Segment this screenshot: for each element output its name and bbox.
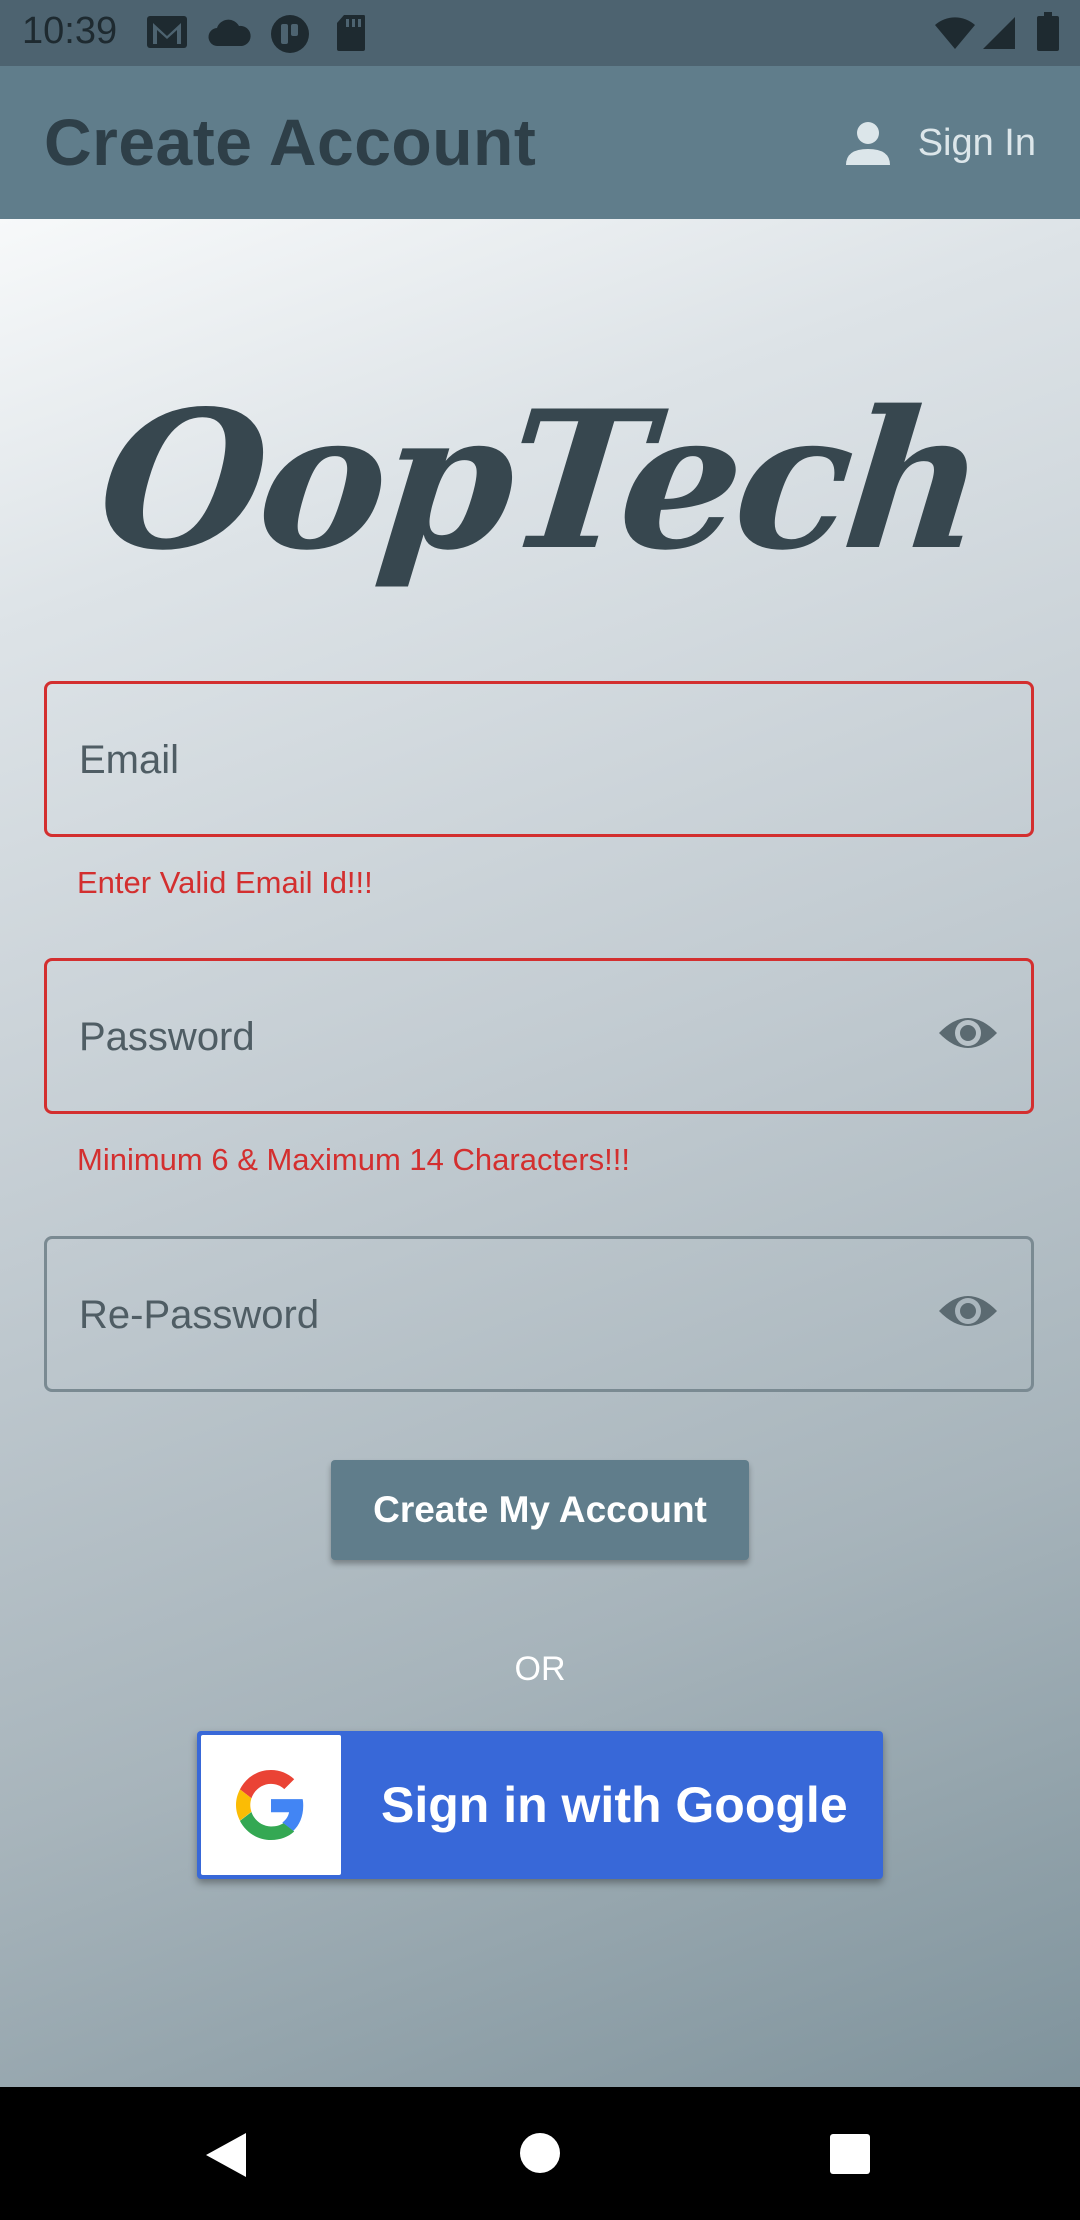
back-button[interactable] [180, 2087, 270, 2220]
cloud-icon [208, 18, 252, 53]
email-field-container [44, 681, 1034, 837]
repassword-visibility-eye-icon[interactable] [937, 1289, 999, 1338]
google-sign-in-label: Sign in with Google [381, 1777, 848, 1833]
password-error-text: Minimum 6 & Maximum 14 Characters!!! [77, 1142, 630, 1177]
recents-button[interactable] [805, 2087, 895, 2220]
email-error-text: Enter Valid Email Id!!! [77, 865, 373, 900]
app-notification-icon [270, 14, 310, 59]
page-title: Create Account [44, 105, 537, 179]
google-g-icon [236, 1770, 304, 1840]
home-button[interactable] [495, 2087, 585, 2220]
brand-logo: OopTech [89, 369, 991, 592]
sign-in-label: Sign In [917, 121, 1036, 164]
password-visibility-eye-icon[interactable] [937, 1011, 999, 1060]
form-container: OopTech Enter Valid Email Id!!! Minimum … [0, 219, 1080, 2087]
gmail-icon [146, 14, 188, 55]
email-field[interactable] [77, 684, 941, 836]
repassword-field[interactable] [77, 1239, 941, 1391]
wifi-icon [934, 16, 976, 55]
password-field[interactable] [77, 961, 941, 1113]
google-logo-container [201, 1735, 341, 1875]
person-icon [845, 122, 890, 165]
home-icon [520, 2133, 560, 2173]
create-account-button[interactable]: Create My Account [331, 1460, 749, 1560]
password-field-container [44, 958, 1034, 1114]
sign-in-button[interactable]: Sign In [844, 110, 1036, 176]
status-bar: 10:39 [0, 0, 1080, 66]
battery-icon [1036, 12, 1060, 57]
back-icon [206, 2133, 246, 2177]
google-sign-in-button[interactable]: Sign in with Google [197, 1731, 883, 1879]
screen: 10:39 Create Account Sign In OopTech Ema… [0, 0, 1080, 2220]
signal-icon [982, 16, 1016, 55]
or-divider: OR [514, 1650, 566, 1688]
status-time: 10:39 [22, 10, 118, 52]
sd-card-icon [336, 14, 366, 57]
repassword-field-container [44, 1236, 1034, 1392]
recents-icon [830, 2134, 870, 2174]
navigation-bar [0, 2087, 1080, 2220]
app-bar: Create Account Sign In [0, 66, 1080, 219]
